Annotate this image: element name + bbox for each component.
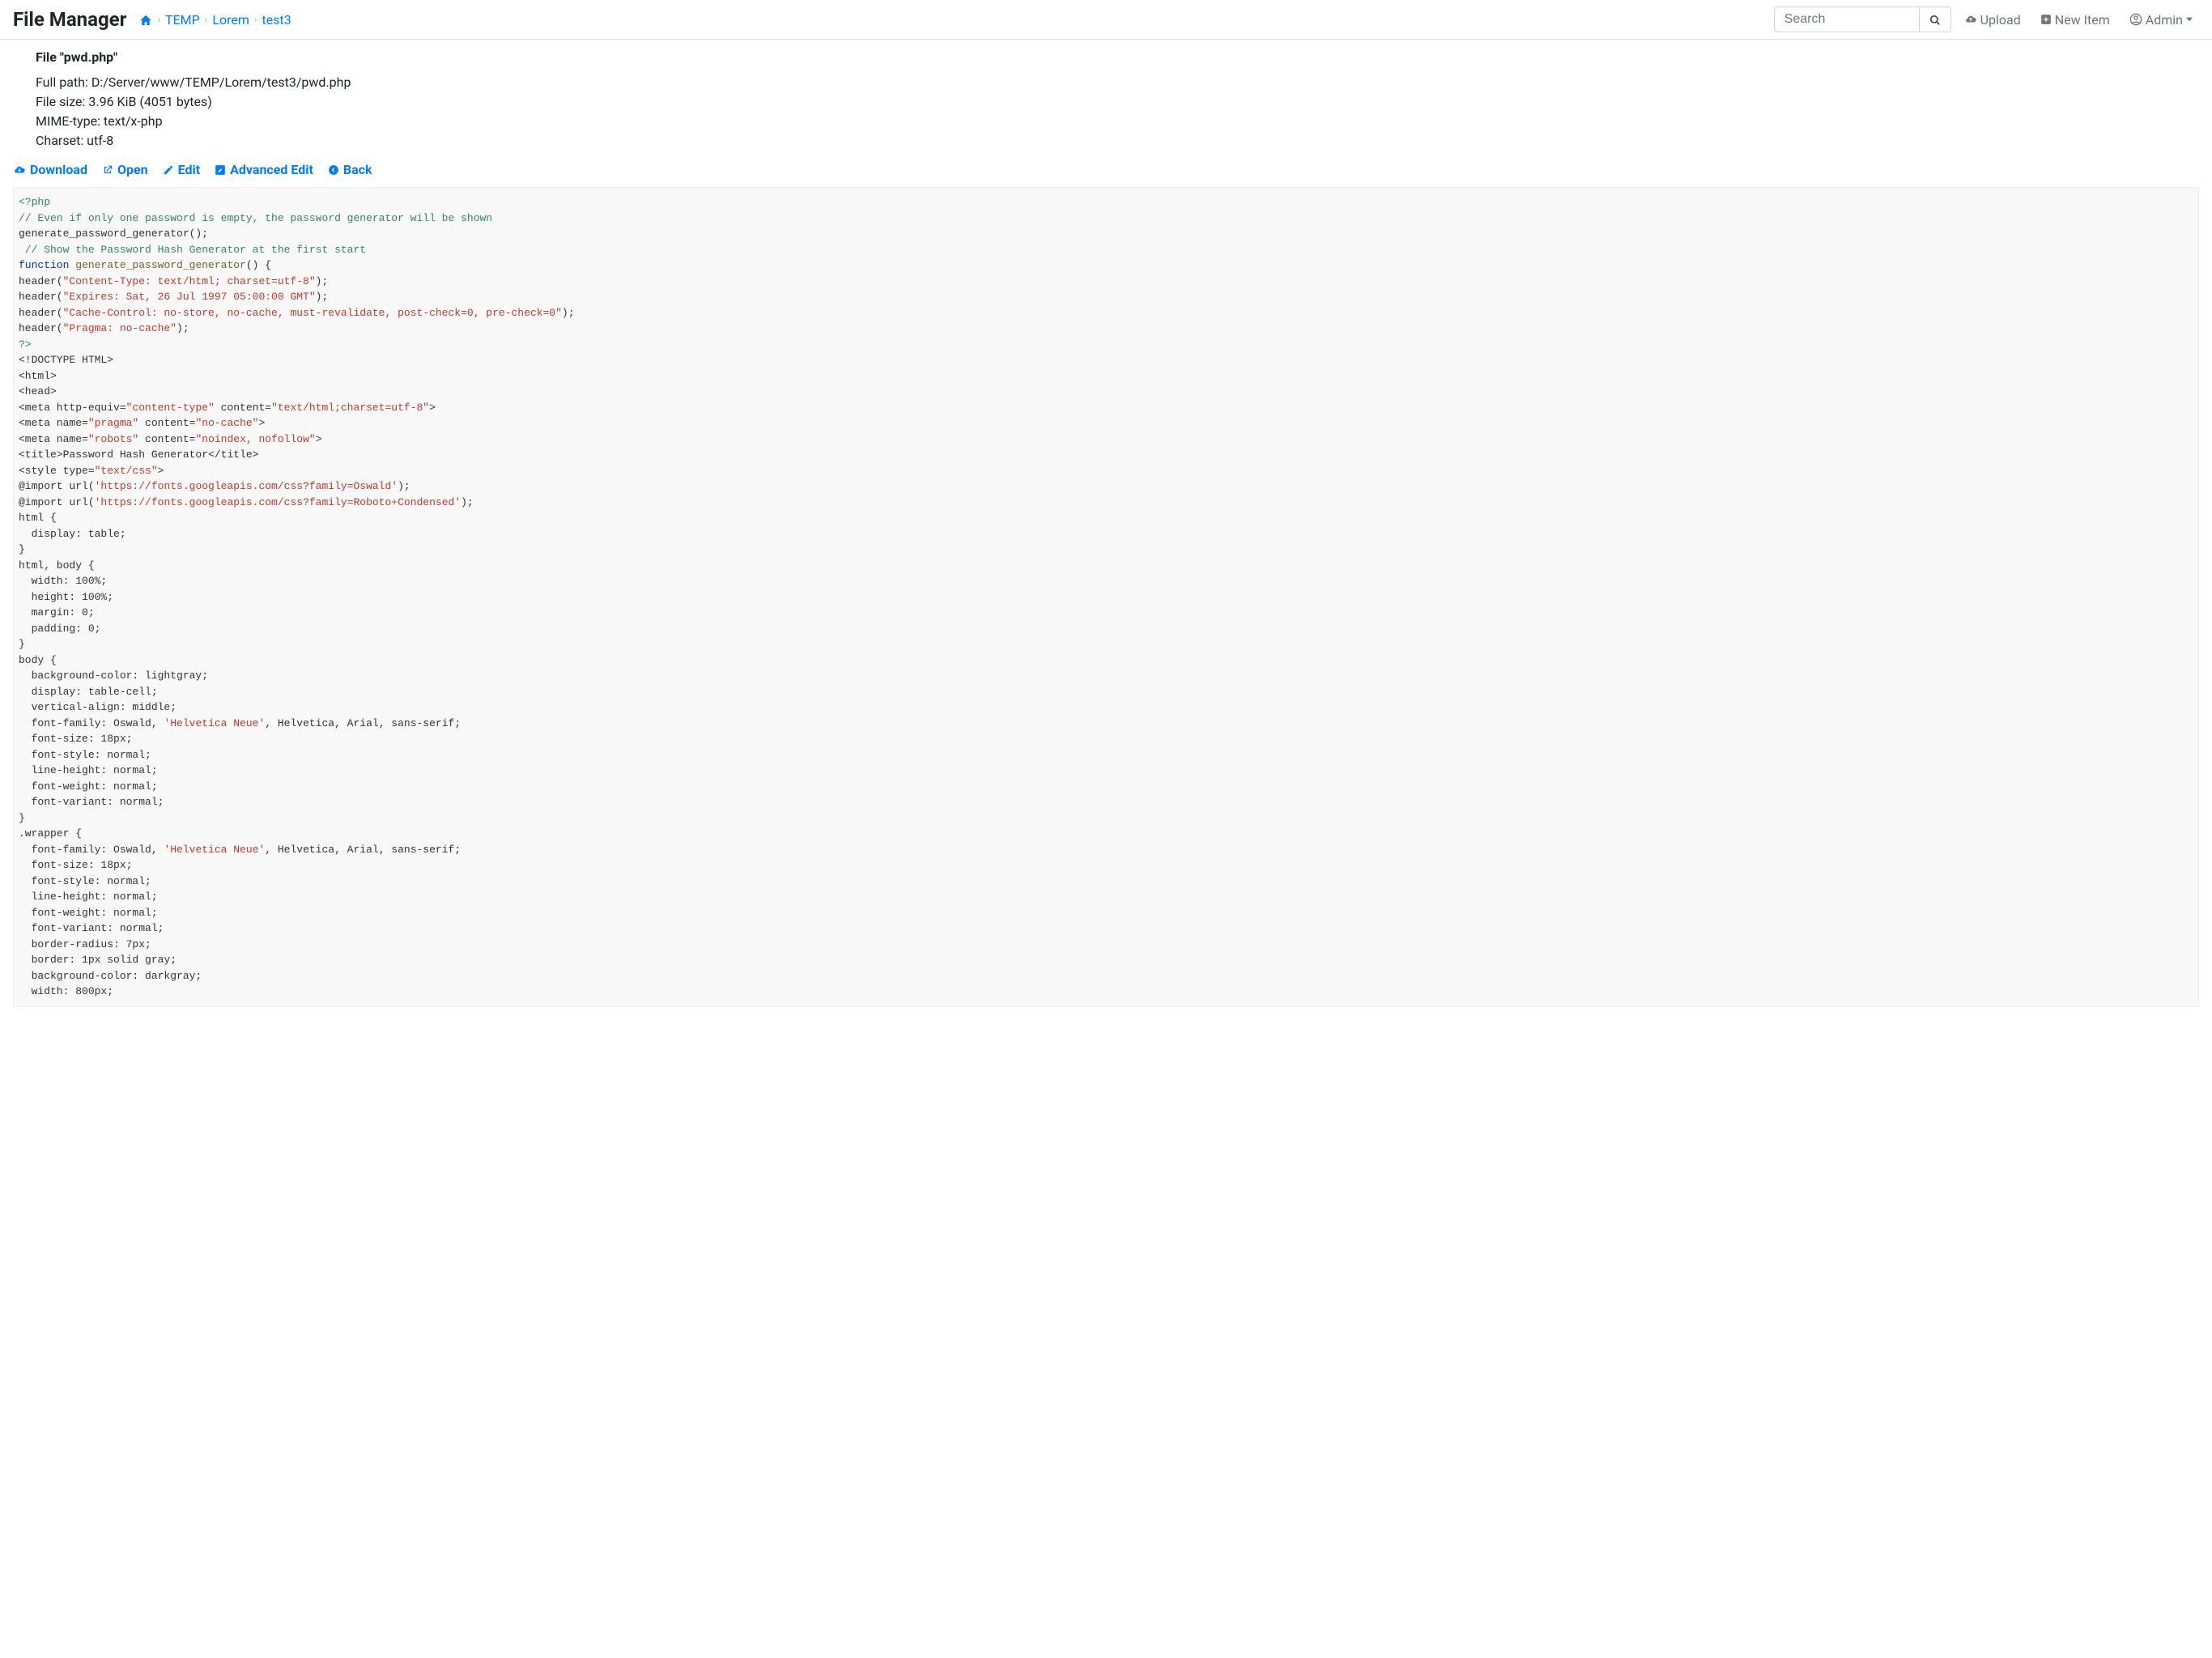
home-icon[interactable] xyxy=(139,12,152,28)
cloud-upload-icon xyxy=(1964,14,1977,25)
upload-label: Upload xyxy=(1980,12,2021,28)
file-title: File "pwd.php" xyxy=(36,49,2199,65)
breadcrumb-item[interactable]: Lorem xyxy=(212,12,249,28)
edit-label: Edit xyxy=(178,162,201,177)
plus-square-icon xyxy=(2040,14,2052,25)
external-link-icon xyxy=(102,164,113,176)
breadcrumb-item[interactable]: test3 xyxy=(262,12,291,28)
search-button[interactable] xyxy=(1920,6,1951,32)
top-navbar: File Manager › TEMP › Lorem › test3 Uplo… xyxy=(0,0,2212,40)
file-actions: Download Open Edit Advanced Edit Back xyxy=(13,162,2199,177)
search-wrap xyxy=(1774,6,1951,32)
edit-button[interactable]: Edit xyxy=(163,162,201,177)
search-input[interactable] xyxy=(1774,6,1920,32)
breadcrumb-separator: › xyxy=(157,14,160,25)
content-area: File "pwd.php" Full path: D:/Server/www/… xyxy=(0,40,2212,1007)
back-button[interactable]: Back xyxy=(328,162,372,177)
upload-link[interactable]: Upload xyxy=(1958,7,2027,32)
file-size: File size: 3.96 KiB (4051 bytes) xyxy=(36,92,2199,112)
download-label: Download xyxy=(30,162,87,177)
app-brand: File Manager xyxy=(13,8,126,31)
search-icon xyxy=(1929,15,1941,26)
back-label: Back xyxy=(343,162,372,177)
open-label: Open xyxy=(117,162,148,177)
cloud-download-icon xyxy=(13,164,26,176)
file-charset: Charset: utf-8 xyxy=(36,131,2199,151)
admin-menu[interactable]: Admin xyxy=(2123,7,2199,32)
breadcrumb-separator: › xyxy=(205,14,208,25)
new-item-link[interactable]: New Item xyxy=(2034,7,2116,32)
edit-icon xyxy=(163,164,174,176)
admin-label: Admin xyxy=(2146,12,2183,28)
edit-square-icon xyxy=(215,164,226,176)
breadcrumb-separator: › xyxy=(254,14,257,25)
navbar-right: Upload New Item Admin xyxy=(1774,6,2199,32)
new-item-label: New Item xyxy=(2055,12,2110,28)
download-button[interactable]: Download xyxy=(13,162,87,177)
file-fullpath: Full path: D:/Server/www/TEMP/Lorem/test… xyxy=(36,73,2199,92)
user-circle-icon xyxy=(2129,13,2142,26)
file-header: File "pwd.php" Full path: D:/Server/www/… xyxy=(36,49,2199,151)
open-button[interactable]: Open xyxy=(102,162,148,177)
chevron-down-icon xyxy=(2186,16,2193,23)
breadcrumb: › TEMP › Lorem › test3 xyxy=(139,12,1773,28)
advanced-edit-button[interactable]: Advanced Edit xyxy=(215,162,313,177)
file-mime: MIME-type: text/x-php xyxy=(36,112,2199,131)
breadcrumb-item[interactable]: TEMP xyxy=(165,12,200,28)
advanced-label: Advanced Edit xyxy=(230,162,313,177)
code-viewer: <?php // Even if only one password is em… xyxy=(13,187,2199,1007)
arrow-left-circle-icon xyxy=(328,164,339,176)
